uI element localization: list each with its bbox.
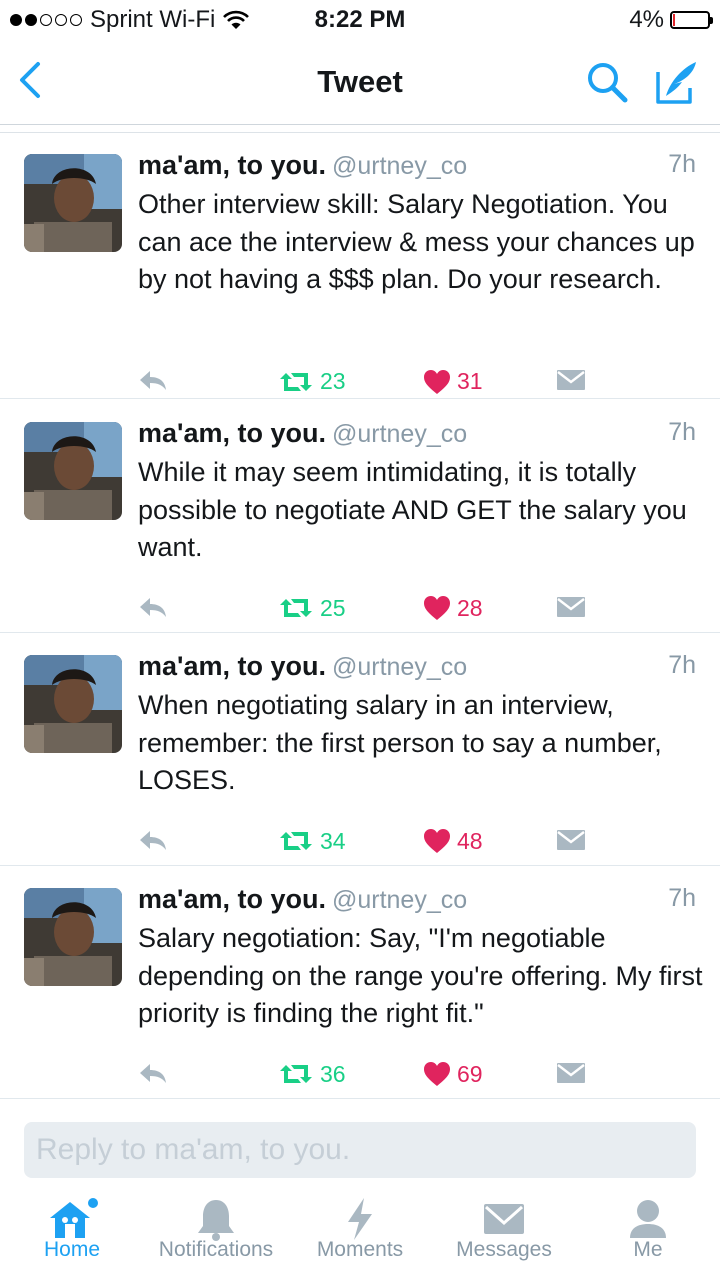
- like-count: 31: [457, 368, 483, 394]
- tweet-timestamp: 7h: [668, 150, 696, 178]
- heart-icon: [424, 596, 450, 620]
- tweet-item[interactable]: ma'am, to you. @urtney_co 7h While it may s…: [0, 408, 720, 633]
- like-count: 69: [457, 1060, 483, 1087]
- user-handle: @urtney_co: [331, 653, 468, 681]
- tab-me-label: Me: [633, 1238, 663, 1261]
- reply-icon: [140, 1063, 166, 1083]
- direct-message-button[interactable]: [556, 1061, 586, 1085]
- clock: 8:22 PM: [314, 6, 406, 33]
- avatar[interactable]: [24, 154, 122, 252]
- compose-icon[interactable]: [652, 58, 700, 106]
- direct-message-button[interactable]: [556, 595, 586, 619]
- tweet-actions: 34 48: [138, 828, 618, 868]
- user-handle: @urtney_co: [331, 886, 468, 914]
- display-name[interactable]: ma'am, to you.: [138, 651, 326, 681]
- direct-message-icon: [557, 1062, 585, 1083]
- tab-moments[interactable]: Moments: [288, 1190, 432, 1280]
- tweet-item[interactable]: ma'am, to you. @urtney_co 7h Salary negotia…: [0, 874, 720, 1099]
- retweet-button[interactable]: 34: [278, 828, 346, 855]
- tab-messages[interactable]: Messages: [432, 1190, 576, 1280]
- heart-icon: [424, 1062, 450, 1086]
- search-icon[interactable]: [585, 60, 629, 104]
- divider: [0, 126, 720, 133]
- battery-icon: [670, 11, 713, 29]
- display-name[interactable]: ma'am, to you.: [138, 884, 326, 914]
- status-bar: Sprint Wi-Fi 8:22 PM 4%: [0, 0, 720, 40]
- retweet-count: 36: [320, 1060, 346, 1087]
- user-handle: @urtney_co: [331, 152, 468, 180]
- like-button[interactable]: 69: [423, 1061, 483, 1088]
- tweet-timestamp: 7h: [668, 884, 696, 912]
- tweet-text: While it may seem intimidating, it is to…: [138, 457, 687, 562]
- navigation-bar: Tweet: [0, 44, 720, 125]
- avatar[interactable]: [24, 888, 122, 986]
- tweet-header: ma'am, to you. @urtney_co 7h: [138, 884, 696, 920]
- tab-bar: Home Notifications Moments Messages Me: [0, 1190, 720, 1280]
- user-handle: @urtney_co: [331, 420, 468, 448]
- tab-moments-label: Moments: [316, 1238, 404, 1261]
- direct-message-icon: [557, 829, 585, 850]
- tweet-text: When negotiating salary in an interview,…: [138, 690, 662, 795]
- tweet-timestamp: 7h: [668, 651, 696, 679]
- retweet-button[interactable]: 36: [278, 1061, 346, 1088]
- bell-icon: [198, 1200, 234, 1241]
- reply-icon: [140, 371, 166, 390]
- reply-icon: [140, 830, 166, 850]
- avatar[interactable]: [24, 655, 122, 753]
- retweet-count: 23: [320, 368, 346, 394]
- tweet-item[interactable]: ma'am, to you. @urtney_co 7h Other intervie…: [0, 140, 720, 399]
- display-name[interactable]: ma'am, to you.: [138, 418, 326, 448]
- tweet-text: Salary negotiation: Say, "I'm negotiable…: [138, 923, 703, 1028]
- direct-message-icon: [557, 370, 585, 390]
- like-count: 48: [457, 827, 483, 854]
- display-name[interactable]: ma'am, to you.: [138, 150, 326, 180]
- reply-button[interactable]: [138, 595, 168, 619]
- avatar[interactable]: [24, 422, 122, 520]
- tab-home-label: Home: [43, 1238, 101, 1261]
- tab-notifications-label: Notifications: [158, 1238, 274, 1261]
- envelope-icon: [484, 1204, 524, 1234]
- retweet-button[interactable]: 25: [278, 595, 346, 622]
- reply-icon: [140, 597, 166, 617]
- battery-area: 4%: [629, 6, 713, 34]
- direct-message-button[interactable]: [556, 368, 586, 392]
- tab-me[interactable]: Me: [576, 1190, 720, 1280]
- tweet-header: ma'am, to you. @urtney_co 7h: [138, 150, 696, 186]
- direct-message-icon: [557, 596, 585, 617]
- tweet-actions: 36 69: [138, 1061, 618, 1101]
- retweet-icon: [280, 1065, 312, 1083]
- heart-icon: [424, 369, 450, 394]
- reply-input[interactable]: [24, 1122, 696, 1178]
- retweet-icon: [280, 832, 312, 850]
- heart-icon: [424, 829, 450, 853]
- tweet-timestamp: 7h: [668, 418, 696, 446]
- retweet-icon: [280, 599, 312, 617]
- direct-message-button[interactable]: [556, 828, 586, 852]
- tab-messages-label: Messages: [456, 1238, 552, 1261]
- tweet-item[interactable]: ma'am, to you. @urtney_co 7h When negotiati…: [0, 641, 720, 866]
- retweet-count: 34: [320, 827, 346, 854]
- tweet-header: ma'am, to you. @urtney_co 7h: [138, 418, 696, 454]
- reply-button[interactable]: [138, 368, 168, 392]
- home-icon: [50, 1198, 98, 1238]
- tweet-actions: 25 28: [138, 595, 618, 635]
- tweet-text: Other interview skill: Salary Negotiatio…: [138, 189, 695, 294]
- like-button[interactable]: 48: [423, 828, 483, 855]
- reply-button[interactable]: [138, 828, 168, 852]
- like-count: 28: [457, 594, 483, 621]
- tweet-actions: 23 31: [138, 368, 618, 408]
- like-button[interactable]: 31: [423, 368, 483, 395]
- retweet-button[interactable]: 23: [278, 368, 346, 395]
- like-button[interactable]: 28: [423, 595, 483, 622]
- retweet-count: 25: [320, 594, 346, 621]
- reply-button[interactable]: [138, 1061, 168, 1085]
- lightning-icon: [348, 1198, 372, 1240]
- tweet-header: ma'am, to you. @urtney_co 7h: [138, 651, 696, 687]
- person-icon: [630, 1200, 666, 1238]
- battery-percent: 4%: [629, 6, 664, 33]
- retweet-icon: [280, 372, 312, 391]
- tab-home[interactable]: Home: [0, 1190, 144, 1280]
- tab-notifications[interactable]: Notifications: [144, 1190, 288, 1280]
